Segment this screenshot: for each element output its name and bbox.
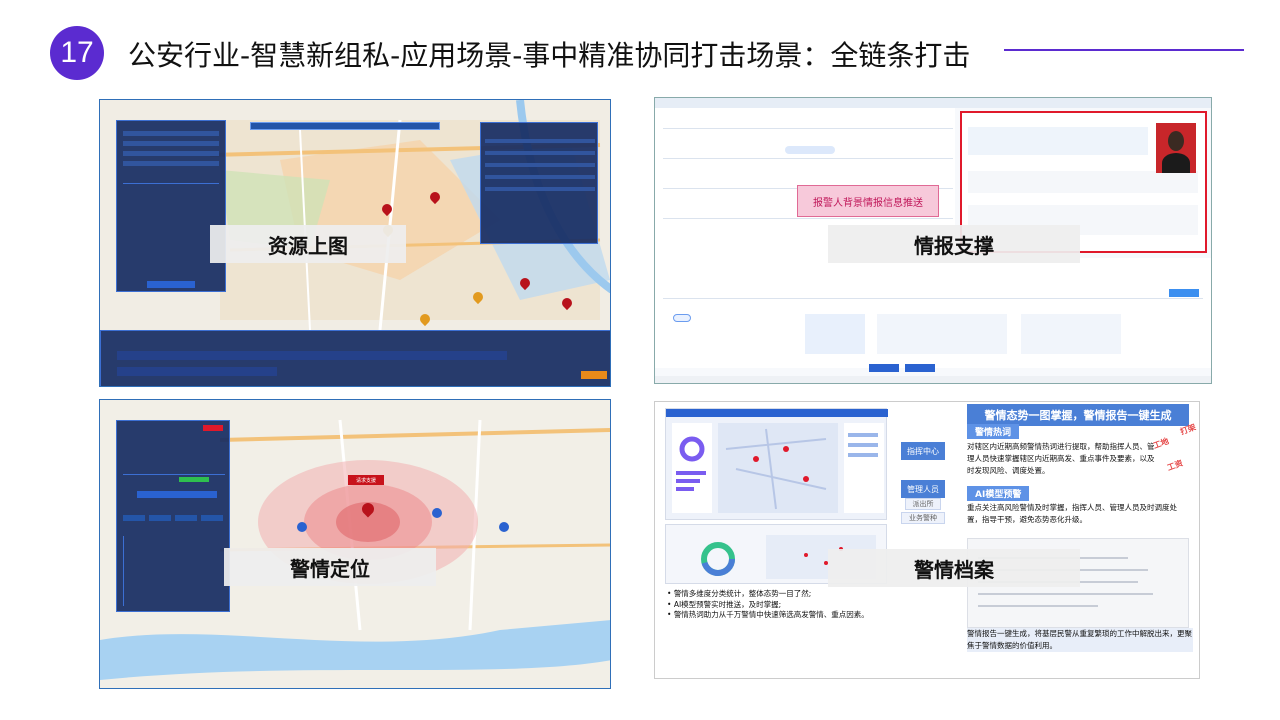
support-callout[interactable]: 请求支援 (348, 475, 384, 485)
map-background: 请求支援 (100, 400, 610, 688)
form-divider (663, 128, 953, 129)
audio-player[interactable] (785, 146, 835, 154)
progress-bar (179, 477, 209, 482)
filter-row[interactable] (123, 131, 219, 136)
hotword-text: 对辖区内近期高频警情热词进行提取，帮助指挥人员、管理人员快速掌握辖区内近期高发、… (967, 442, 1155, 475)
report-text: 警情报告一键生成，将基层民警从重复繁琐的工作中解脱出来，更聚焦于警情数据的价值利… (967, 628, 1193, 652)
form-divider (663, 218, 953, 219)
checkbox-group[interactable] (123, 183, 219, 243)
action-chip[interactable] (201, 515, 223, 521)
resource-map-panel: 资源上图 (99, 99, 611, 387)
action-chip[interactable] (123, 515, 145, 521)
hotword-stamp: 工资 (1165, 458, 1185, 473)
filter-row[interactable] (123, 161, 219, 166)
police-car-marker[interactable] (432, 508, 442, 518)
tab-strip[interactable] (117, 351, 507, 360)
form-divider (663, 298, 1203, 299)
dashboard-screenshot (665, 408, 888, 520)
ai-warning-text: 重点关注高风险警情及时掌握，指挥人员、管理人员及时调度处置，指导干预，避免态势恶… (967, 503, 1177, 524)
tab-strip[interactable] (117, 367, 277, 376)
panel-label: 情报支撑 (828, 225, 1080, 263)
photo-head (1168, 131, 1184, 151)
archive-headline: 警情态势一图掌握，警情报告一键生成 (967, 404, 1189, 426)
push-banner: 报警人背景情报信息推送 (797, 185, 939, 217)
report-line (978, 593, 1153, 595)
incident-detail-panel (116, 420, 230, 612)
timeline (123, 536, 225, 606)
panel-label: 资源上图 (210, 225, 406, 263)
profile-fields (968, 171, 1198, 193)
profile-fields (968, 127, 1148, 155)
feature-bullets: 警情多维度分类统计，整体态势一目了然; AI模型预警实时推送，及时掌握; 警情热… (667, 589, 882, 621)
bullet-item: 警情多维度分类统计，整体态势一目了然; (667, 589, 882, 600)
slide-title: 公安行业-智慧新组私-应用场景-事中精准协同打击场景：全链条打击 (128, 39, 971, 72)
slide-number-badge: 17 (50, 26, 104, 80)
status-bar (655, 376, 1211, 383)
action-chip[interactable] (149, 515, 171, 521)
bullet-item: 警情热词助力从千万警情中快速筛选高发警情、重点因素。 (667, 610, 882, 621)
police-car-marker[interactable] (297, 522, 307, 532)
action-chip[interactable] (175, 515, 197, 521)
list-item[interactable] (485, 139, 595, 143)
filter-row[interactable] (123, 141, 219, 146)
map-layer-tabs[interactable] (250, 122, 440, 130)
browser-tab-bar[interactable] (655, 98, 1211, 108)
title-rule (1004, 49, 1244, 51)
business-button[interactable]: 业务警种 (901, 512, 945, 524)
add-button[interactable] (1169, 289, 1199, 297)
list-item[interactable] (485, 163, 595, 167)
tab-chip[interactable] (673, 314, 691, 322)
list-item[interactable] (485, 151, 595, 155)
dispatch-button[interactable] (905, 364, 935, 372)
report-line (978, 605, 1098, 607)
panel-label: 警情定位 (224, 548, 436, 586)
ai-warning-title: AI模型预警 (967, 486, 1030, 501)
hotword-title: 警情热词 (967, 424, 1020, 439)
confirm-button[interactable] (869, 364, 899, 372)
hotword-stamp: 工地 (1151, 436, 1171, 451)
command-center-button[interactable]: 指挥中心 (901, 442, 945, 460)
list-item[interactable] (485, 187, 595, 191)
manager-button[interactable]: 管理人员 (901, 480, 945, 498)
dashboard-visual (666, 409, 888, 513)
priority-badge (203, 425, 223, 431)
police-car-marker[interactable] (499, 522, 509, 532)
photo-body (1162, 153, 1190, 173)
dispatch-button[interactable] (137, 491, 217, 498)
form-divider (663, 158, 953, 159)
action-button[interactable] (581, 371, 607, 379)
unit-table (877, 314, 1007, 354)
alarm-list-panel (480, 122, 598, 244)
bullet-item: AI模型预警实时推送，及时掌握; (667, 600, 882, 611)
id-photo (1156, 123, 1196, 173)
archive-panel: 指挥中心 管理人员 派出所 业务警种 警情态势一图掌握，警情报告一键生成 警情热… (654, 401, 1200, 679)
unit-table (805, 314, 865, 354)
intel-panel: 报警人背景情报信息推送 情报支撑 (654, 97, 1212, 384)
panel-label: 警情档案 (828, 549, 1080, 587)
filter-row[interactable] (123, 151, 219, 156)
location-panel: 请求支援 警情定位 (99, 399, 611, 689)
bottom-tab-bar (100, 330, 610, 386)
station-button[interactable]: 派出所 (905, 498, 941, 510)
list-item[interactable] (485, 175, 595, 179)
filter-sidebar (116, 120, 226, 292)
query-button[interactable] (147, 281, 195, 288)
incident-info (123, 435, 225, 475)
unit-table (1021, 314, 1121, 354)
